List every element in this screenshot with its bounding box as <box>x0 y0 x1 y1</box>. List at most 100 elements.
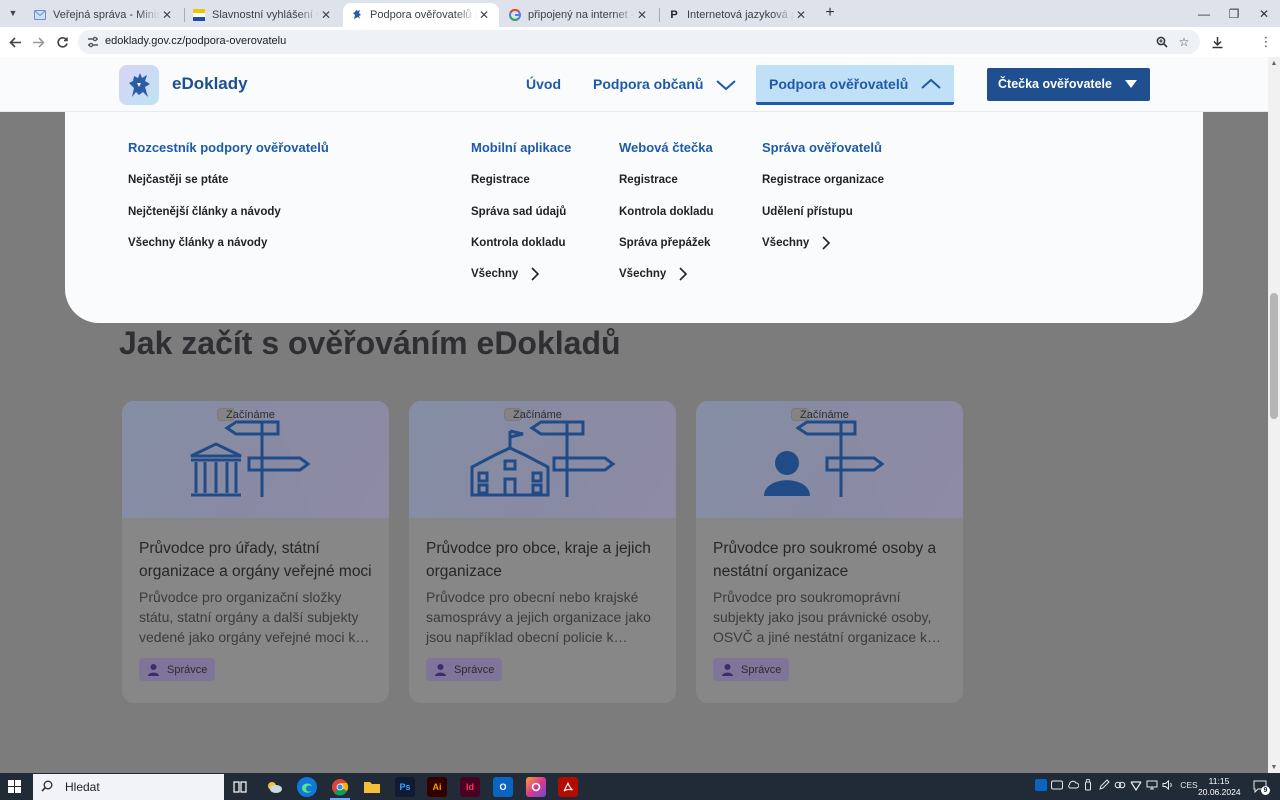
role-tag[interactable]: Správce <box>426 658 503 681</box>
network-tray-icon[interactable] <box>1146 779 1158 791</box>
page-scrollbar[interactable]: ▲ ▼ <box>1268 57 1280 773</box>
download-icon[interactable] <box>1208 33 1226 51</box>
browser-tab[interactable]: Veřejná správa - Ministerstvo vnitra ✕ <box>26 3 182 27</box>
menu-item[interactable]: Všechny články a návody <box>128 237 267 249</box>
role-tag[interactable]: Správce <box>139 658 216 681</box>
browser-tab[interactable]: připojený na internet - Hledat Googlem ✕ <box>501 3 657 27</box>
menu-item[interactable]: Nejčtenější články a návody <box>128 206 281 218</box>
illustrator-icon[interactable]: Ai <box>427 777 447 797</box>
chevron-up-icon <box>921 78 941 89</box>
flag-icon <box>193 9 205 21</box>
brand-name[interactable]: eDoklady <box>172 74 248 94</box>
browser-tab[interactable]: Slavnostní vyhlášení výsledků soutěže ✕ <box>185 3 341 27</box>
menu-item-all-mobile[interactable]: Všechny <box>471 267 540 281</box>
snipping-tool-icon[interactable] <box>526 777 546 797</box>
nvidia-tray-icon[interactable] <box>1130 779 1142 791</box>
minimize-icon[interactable]: — <box>1188 0 1220 27</box>
tab-search-chevron-icon[interactable]: ▼ <box>4 4 22 22</box>
reload-icon[interactable] <box>53 33 71 51</box>
nav-podpora-overovatelu-label: Podpora ověřovatelů <box>769 76 909 92</box>
taskbar-search[interactable]: Hledat <box>33 774 224 800</box>
pen-tray-icon[interactable] <box>1098 779 1110 791</box>
indesign-icon[interactable]: Id <box>460 777 480 797</box>
start-tag[interactable]: Začínáme <box>504 408 562 421</box>
address-bar[interactable]: edoklady.gov.cz/podpora-overovatelu ☆ <box>78 30 1200 54</box>
restore-icon[interactable]: ❐ <box>1218 0 1250 27</box>
menu-heading-sprava-overovatelu[interactable]: Správa ověřovatelů <box>762 140 882 155</box>
nav-podpora-overovatelu[interactable]: Podpora ověřovatelů <box>756 65 954 105</box>
menu-item-all-web[interactable]: Všechny <box>619 267 688 281</box>
menu-item-all-label: Všechny <box>762 237 810 249</box>
new-tab-button[interactable]: + <box>822 4 838 22</box>
windows-start-icon[interactable] <box>8 780 21 793</box>
close-icon[interactable]: ✕ <box>794 8 808 22</box>
browser-tab-active[interactable]: Podpora ověřovatelů | eDoklady ✕ <box>343 3 499 27</box>
scroll-up-icon[interactable]: ▲ <box>1268 57 1280 69</box>
close-icon[interactable]: ✕ <box>477 8 491 22</box>
person-icon <box>722 664 733 676</box>
envelope-icon <box>34 9 46 21</box>
outlook-icon[interactable]: O <box>493 777 513 797</box>
edge-icon[interactable] <box>297 777 317 797</box>
guide-card-municipalities[interactable]: Průvodce pro obce, kraje a jejich organi… <box>409 401 676 703</box>
browser-menu-icon[interactable]: ⋮ <box>1257 33 1275 51</box>
chevron-down-icon[interactable] <box>715 78 737 92</box>
forward-arrow-icon[interactable] <box>29 33 47 51</box>
close-icon[interactable]: ✕ <box>319 8 333 22</box>
nav-uvod[interactable]: Úvod <box>526 76 561 92</box>
guide-card-private[interactable]: Průvodce pro soukromé osoby a nestátní o… <box>696 401 963 703</box>
nav-podpora-obcanu[interactable]: Podpora občanů <box>593 76 703 92</box>
scrollbar-thumb[interactable] <box>1270 293 1278 419</box>
menu-item[interactable]: Registrace <box>619 174 678 186</box>
taskbar-clock[interactable]: 11:15 20.06.2024 <box>1198 776 1241 798</box>
menu-item[interactable]: Správa přepážek <box>619 237 710 249</box>
file-explorer-icon[interactable] <box>362 777 382 797</box>
menu-item[interactable]: Udělení přístupu <box>762 206 853 218</box>
close-icon[interactable]: ✕ <box>635 8 649 22</box>
menu-item[interactable]: Správa sad údajů <box>471 206 566 218</box>
link-tray-icon[interactable] <box>1114 779 1126 791</box>
scroll-down-icon[interactable]: ▼ <box>1268 761 1280 773</box>
chrome-icon[interactable] <box>330 777 350 797</box>
menu-item[interactable]: Registrace organizace <box>762 174 884 186</box>
usb-tray-icon[interactable] <box>1083 779 1093 791</box>
zoom-icon[interactable] <box>1154 34 1170 50</box>
page-viewport: Jak začít s ověřováním eDokladů Průvodce… <box>0 57 1268 773</box>
menu-heading-mobilni-aplikace[interactable]: Mobilní aplikace <box>471 140 571 155</box>
menu-item[interactable]: Kontrola dokladu <box>471 237 566 249</box>
menu-item[interactable]: Registrace <box>471 174 530 186</box>
start-tag[interactable]: Začínáme <box>791 408 849 421</box>
site-header: eDoklady Úvod Podpora občanů Podpora ově… <box>0 57 1268 112</box>
language-indicator[interactable]: CES <box>1180 779 1198 791</box>
start-tag[interactable]: Začínáme <box>217 408 275 421</box>
acrobat-icon[interactable] <box>558 777 578 797</box>
outlook-tray-icon[interactable] <box>1035 779 1047 791</box>
menu-heading-rozcestnik[interactable]: Rozcestník podpory ověřovatelů <box>128 140 329 155</box>
menu-item[interactable]: Kontrola dokladu <box>619 206 714 218</box>
site-settings-icon[interactable] <box>86 35 100 49</box>
task-view-icon[interactable] <box>230 777 250 797</box>
role-tag[interactable]: Správce <box>713 658 790 681</box>
edoklady-logo[interactable] <box>119 65 159 105</box>
reader-dropdown-button[interactable]: Čtečka ověřovatele <box>987 68 1150 101</box>
card-title[interactable]: Průvodce pro obce, kraje a jejich organi… <box>426 537 666 583</box>
role-tag-label: Správce <box>454 663 495 676</box>
chevron-right-icon <box>679 267 688 281</box>
browser-tab[interactable]: P Internetová jazyková příručka - Ústav … <box>660 3 816 27</box>
menu-item[interactable]: Nejčastěji se ptáte <box>128 174 228 186</box>
menu-heading-webova-ctecka[interactable]: Webová čtečka <box>619 140 713 155</box>
photoshop-icon[interactable]: Ps <box>395 777 415 797</box>
close-icon[interactable]: ✕ <box>160 8 174 22</box>
card-title[interactable]: Průvodce pro soukromé osoby a nestátní o… <box>713 537 953 583</box>
card-title[interactable]: Průvodce pro úřady, státní organizace a … <box>139 537 379 583</box>
close-window-icon[interactable]: ✕ <box>1248 0 1280 27</box>
teams-tray-icon[interactable] <box>1051 779 1063 791</box>
back-arrow-icon[interactable] <box>6 33 24 51</box>
menu-item-all-admin[interactable]: Všechny <box>762 236 831 250</box>
bookmark-star-icon[interactable]: ☆ <box>1176 34 1192 50</box>
weather-icon[interactable] <box>264 777 284 797</box>
menu-item-all-label: Všechny <box>471 268 519 280</box>
guide-card-authorities[interactable]: Průvodce pro úřady, státní organizace a … <box>122 401 389 703</box>
cloud-tray-icon[interactable] <box>1067 779 1079 791</box>
volume-tray-icon[interactable] <box>1162 779 1174 791</box>
